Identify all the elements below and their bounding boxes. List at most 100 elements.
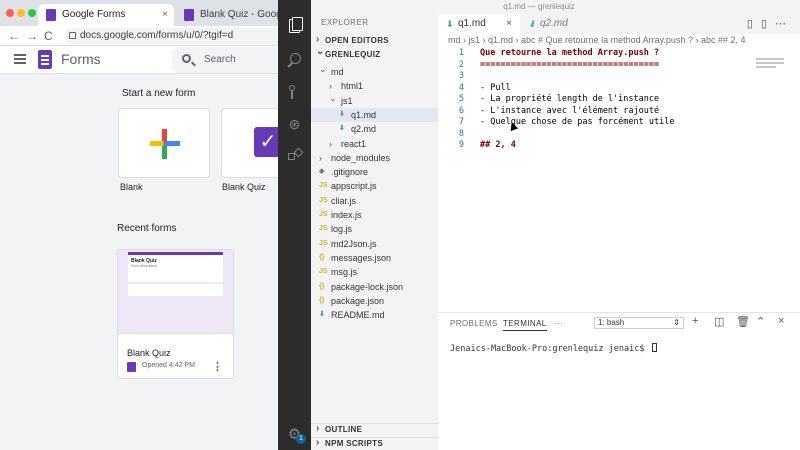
more-options-icon[interactable]: ⋮ — [212, 360, 223, 373]
plus-icon-bar — [150, 141, 180, 146]
explorer-sidebar: EXPLORER OPEN EDITORS GRENLEQUIZ ⌄ md › htm… — [311, 14, 438, 450]
line-number: 6 — [458, 105, 464, 116]
tree-item-label: log.js — [331, 224, 353, 235]
tree-item[interactable]: JS appscript.js — [311, 179, 438, 193]
add-terminal-icon[interactable]: + — [692, 315, 698, 327]
close-tab-icon[interactable]: × — [162, 4, 168, 26]
recent-form-opened: Opened 4:42 PM — [142, 362, 195, 369]
tree-item[interactable]: JS log.js — [311, 222, 438, 236]
tree-item[interactable]: ⬇ README.md — [311, 308, 438, 322]
outline-section[interactable]: OUTLINE — [311, 423, 438, 435]
json-file-icon: {} — [319, 253, 325, 261]
line-number: 5 — [458, 94, 464, 104]
thumbnail-question — [128, 284, 223, 296]
tree-item-label: package.json — [331, 295, 385, 306]
tree-item-label: msg.js — [331, 267, 358, 278]
code-line: 4 - Pull — [438, 83, 768, 95]
explorer-icon[interactable] — [286, 17, 303, 34]
editor-actions[interactable]: ▯▯⋯ — [747, 17, 794, 30]
markdown-file-icon: ⬇ — [446, 19, 454, 29]
project-section[interactable]: GRENLEQUIZ — [311, 46, 438, 61]
notification-badge: 1 — [296, 434, 306, 444]
reload-icon[interactable]: C — [44, 28, 53, 44]
tree-item[interactable]: ⌄ md — [311, 64, 438, 79]
chevron-down-icon: ⇕ — [673, 318, 680, 327]
debug-icon[interactable]: ⊛ — [286, 116, 303, 133]
markdown-file-icon: ⬇ — [319, 311, 325, 319]
minimize-window-dot[interactable] — [17, 9, 25, 17]
line-number: 7 — [458, 117, 464, 127]
tree-item[interactable]: ⬇ q2.md — [311, 122, 438, 136]
tab-terminal[interactable]: TERMINAL — [503, 319, 547, 331]
js-file-icon: JS — [319, 182, 328, 190]
tree-item[interactable]: ⬇ q1.md — [311, 107, 438, 122]
split-terminal-icon[interactable]: ◫ — [714, 315, 724, 328]
forms-logo-icon — [38, 50, 52, 69]
trash-icon[interactable]: 🗑 — [736, 315, 750, 328]
tree-item[interactable]: {} package-lock.json — [311, 280, 438, 294]
line-text: Que retourne la method Array.push ? — [480, 48, 660, 58]
tree-item[interactable]: JS cliar.js — [311, 194, 438, 208]
close-icon[interactable]: × — [778, 315, 784, 327]
close-icon[interactable]: × — [506, 14, 512, 34]
lock-icon — [69, 32, 76, 39]
tree-item-label: .gitignore — [331, 167, 369, 178]
panel-more-icon[interactable]: ··· — [554, 319, 563, 328]
editor-tab-q1[interactable]: ⬇ q1.md × — [438, 14, 520, 34]
tree-item-label: README.md — [331, 310, 385, 321]
tree-item-label: node_modules — [331, 152, 391, 163]
line-text: - L'instance avec l'élément rajouté — [480, 105, 660, 116]
close-window-dot[interactable] — [6, 9, 14, 17]
extensions-icon[interactable] — [286, 148, 303, 165]
blank-template-card[interactable] — [118, 108, 210, 178]
explorer-title: EXPLORER — [321, 18, 369, 27]
form-thumbnail: Blank Quiz Form description — [118, 250, 233, 334]
tree-item[interactable]: JS md2Json.js — [311, 237, 438, 251]
back-arrow-icon[interactable]: ← — [8, 28, 20, 44]
url-text: docs.google.com/forms/u/0/?tgif=d — [80, 30, 234, 41]
terminal-select-value: 1: bash — [598, 318, 625, 327]
tree-item-label: q2.md — [351, 124, 377, 135]
terminal-select[interactable]: 1: bash ⇕ — [594, 317, 684, 329]
vscode-window: q1.md — grenlequiz ⊛ ⚙ 1 EXPLORER OPEN E… — [278, 0, 800, 450]
tree-item[interactable]: {} package.json — [311, 294, 438, 308]
zoom-window-dot[interactable] — [28, 9, 36, 17]
tree-item[interactable]: › node_modules — [311, 151, 438, 165]
tree-item[interactable]: JS msg.js — [311, 265, 438, 279]
activity-bar: ⊛ ⚙ 1 — [278, 0, 311, 450]
editor-tab-label: q1.md — [458, 18, 486, 29]
recent-form-card[interactable]: Blank Quiz Form description Blank Quiz O… — [117, 249, 234, 379]
code-line: 9 ## 2, 4 — [438, 140, 768, 152]
tree-item[interactable]: ⌄ js1 — [311, 93, 438, 108]
line-number: 8 — [458, 128, 464, 139]
menu-icon[interactable] — [14, 54, 26, 64]
source-control-icon[interactable] — [286, 84, 303, 101]
address-bar-row: ← → C docs.google.com/forms/u/0/?tgif=d — [0, 26, 300, 46]
chevron-icon: › — [319, 152, 322, 163]
npm-scripts-section[interactable]: NPM SCRIPTS — [311, 437, 438, 449]
tree-item-label: react1 — [341, 138, 367, 149]
terminal-output[interactable]: Jenaics-MacBook-Pro:grenlequiz jenaic$ — [450, 343, 657, 354]
editor-tab-q2[interactable]: ⬇ q2.md — [520, 14, 602, 34]
tree-item-label: index.js — [331, 210, 362, 220]
code-line: 5 - La propriété length de l'instance — [438, 94, 768, 106]
search-icon[interactable] — [286, 52, 303, 69]
code-line: 1 Que retourne la method Array.push ? — [438, 48, 768, 60]
json-file-icon: {} — [319, 296, 325, 304]
tree-item[interactable]: › react1 — [311, 137, 438, 151]
tree-item[interactable]: {} messages.json — [311, 251, 438, 265]
tab-problems[interactable]: PROBLEMS — [450, 319, 498, 328]
forms-favicon-icon — [46, 9, 56, 21]
open-editors-section[interactable]: OPEN EDITORS — [311, 34, 438, 47]
minimap[interactable] — [756, 58, 784, 76]
url-field[interactable]: docs.google.com/forms/u/0/?tgif=d — [64, 28, 300, 44]
browser-tab-google-forms[interactable]: Google Forms × — [38, 4, 174, 26]
maximize-panel-icon[interactable]: ⌃ — [756, 315, 765, 328]
terminal-prompt: Jenaics-MacBook-Pro:grenlequiz jenaic$ — [450, 344, 650, 354]
tree-item[interactable]: JS index.js — [311, 208, 438, 222]
forward-arrow-icon[interactable]: → — [26, 28, 38, 44]
tree-item[interactable]: ◆ .gitignore — [311, 165, 438, 179]
start-new-form-title: Start a new form — [122, 88, 196, 99]
editor-group: ⬇ q1.md × ⬇ q2.md ▯▯⋯ md › js1 › q1.md ›… — [438, 14, 800, 312]
breadcrumb[interactable]: md › js1 › q1.md › abc # Que retourne la… — [448, 35, 745, 49]
